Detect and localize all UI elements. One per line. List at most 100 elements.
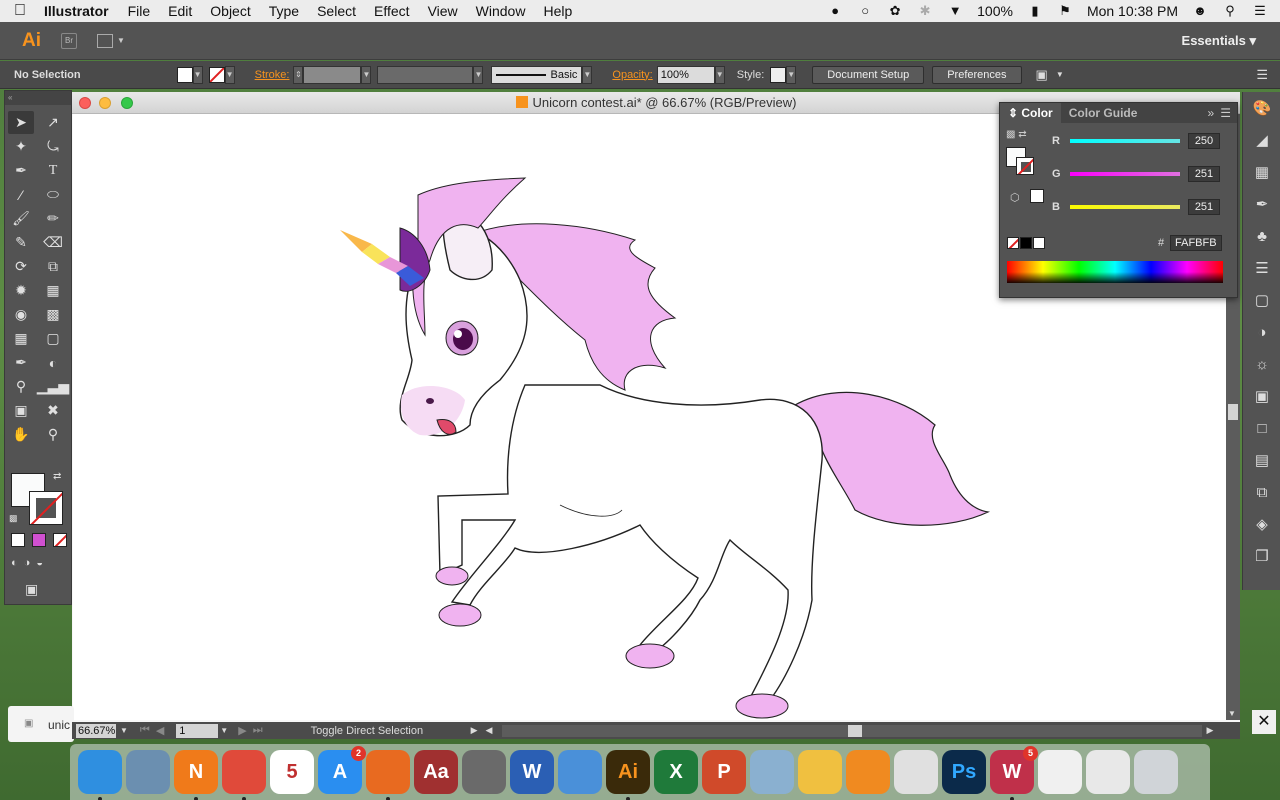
horizontal-scrollbar[interactable]: [502, 724, 1203, 737]
battery-percent[interactable]: 100%: [977, 3, 1013, 19]
fill-dropdown[interactable]: ▼: [192, 65, 203, 84]
pencil-tool-icon[interactable]: ✏: [40, 207, 66, 230]
fill-swatch[interactable]: [176, 66, 193, 83]
gradient-tool-icon[interactable]: ▢: [40, 327, 66, 350]
artboards-icon[interactable]: ❐: [1243, 540, 1280, 572]
dock-firefox-icon[interactable]: [366, 750, 410, 800]
dock-system-preferences-icon[interactable]: [462, 750, 506, 794]
pathfinder-icon[interactable]: ⧉: [1243, 476, 1280, 508]
red-value-field[interactable]: 250: [1188, 133, 1220, 149]
stroke-weight-field[interactable]: [303, 65, 362, 84]
dock-document-icon[interactable]: [1038, 750, 1082, 794]
notification-list-icon[interactable]: ☰: [1252, 4, 1268, 18]
dock-photoshop-icon[interactable]: Ps: [942, 750, 986, 794]
none-mode-icon[interactable]: [53, 533, 67, 547]
artboard-tool-icon[interactable]: ▣: [8, 399, 34, 422]
brush-dropdown[interactable]: ▼: [582, 65, 593, 84]
draw-inside-icon[interactable]: ◒: [36, 557, 43, 569]
blue-slider[interactable]: [1070, 205, 1180, 209]
brushes-icon[interactable]: ✒: [1243, 188, 1280, 220]
status-menu-icon[interactable]: ▶: [471, 725, 478, 736]
stroke-label[interactable]: Stroke:: [255, 69, 290, 81]
dock-nimble-icon[interactable]: N: [174, 750, 218, 800]
transparency-icon[interactable]: ◑: [1243, 316, 1280, 348]
dock-app-store-icon[interactable]: A2: [318, 746, 366, 794]
variable-width-profile[interactable]: [377, 65, 474, 84]
dock-photos-icon[interactable]: [798, 750, 842, 794]
chat-icon[interactable]: ●: [827, 4, 843, 18]
none-swatch[interactable]: [1007, 237, 1019, 249]
shaper-tool-icon[interactable]: ✎: [8, 231, 34, 254]
horizontal-scroll-thumb[interactable]: [848, 724, 863, 737]
perspective-grid-tool-icon[interactable]: ▩: [40, 303, 66, 326]
clock[interactable]: Mon 10:38 PM: [1087, 3, 1178, 19]
close-icon[interactable]: ✕: [1252, 710, 1276, 734]
green-slider[interactable]: [1070, 172, 1180, 176]
opacity-dropdown[interactable]: ▼: [714, 65, 725, 84]
selection-tool-icon[interactable]: ➤: [8, 111, 34, 134]
next-artboard-icon[interactable]: ▶: [238, 724, 246, 737]
brush-definition[interactable]: Basic: [491, 65, 583, 84]
wifi-icon[interactable]: ▼: [947, 4, 963, 18]
arrange-icon[interactable]: ▣: [1036, 67, 1048, 83]
preferences-button[interactable]: Preferences: [932, 65, 1022, 84]
battery-icon[interactable]: ▮: [1027, 4, 1043, 18]
shape-builder-tool-icon[interactable]: ◉: [8, 303, 34, 326]
appearance-icon[interactable]: ☼: [1243, 348, 1280, 380]
green-value-field[interactable]: 251: [1188, 166, 1220, 182]
draw-behind-icon[interactable]: ◑: [24, 557, 31, 569]
paintbrush-tool-icon[interactable]: 🖌: [8, 207, 34, 230]
graphic-styles-icon[interactable]: ▣: [1243, 380, 1280, 412]
menu-type[interactable]: Type: [260, 3, 308, 19]
gradient-panel-icon[interactable]: ▢: [1243, 284, 1280, 316]
creative-cloud-icon[interactable]: ○: [857, 4, 873, 18]
direct-selection-tool-icon[interactable]: ↗: [40, 111, 66, 134]
workspace-switcher[interactable]: Essentials ▾: [1182, 33, 1256, 49]
column-graph-tool-icon[interactable]: ▁▃▅: [37, 375, 69, 398]
flag-icon[interactable]: ⚑: [1057, 4, 1073, 18]
dock-word-icon[interactable]: W: [510, 750, 554, 794]
free-transform-tool-icon[interactable]: ▦: [40, 279, 66, 302]
layers-icon[interactable]: ◈: [1243, 508, 1280, 540]
bridge-button[interactable]: Br: [61, 32, 77, 49]
ellipse-tool-icon[interactable]: ⬭: [40, 183, 66, 206]
stroke-weight-stepper[interactable]: ⇕: [293, 65, 304, 84]
blend-tool-icon[interactable]: ◐: [40, 351, 66, 374]
app-name-menu[interactable]: Illustrator: [40, 3, 119, 19]
out-of-gamut-icon[interactable]: ⬡: [1010, 191, 1020, 204]
control-bar-menu-icon[interactable]: ☰: [1256, 67, 1268, 83]
menu-edit[interactable]: Edit: [159, 3, 201, 19]
zoom-window-button[interactable]: [121, 97, 133, 109]
dock-document-2-icon[interactable]: [1086, 750, 1130, 794]
screen-mode-icon[interactable]: ▣: [25, 581, 38, 598]
stroke-weight-dropdown[interactable]: ▼: [361, 65, 372, 84]
document-setup-button[interactable]: Document Setup: [812, 65, 925, 84]
dock-trash-icon[interactable]: [1134, 750, 1178, 794]
symbols-icon[interactable]: ♣: [1243, 220, 1280, 252]
dock-mail-bird-icon[interactable]: [558, 750, 602, 794]
dock-ibooks-icon[interactable]: [846, 750, 890, 794]
warp-tool-icon[interactable]: ✹: [8, 279, 34, 302]
close-window-button[interactable]: [79, 97, 91, 109]
hex-value-field[interactable]: FAFBFB: [1170, 235, 1222, 251]
panel-stroke-swatch[interactable]: [1016, 157, 1034, 175]
zoom-level-field[interactable]: 66.67%: [76, 723, 116, 738]
first-artboard-icon[interactable]: ⏮: [140, 724, 150, 737]
web-safe-swatch[interactable]: [1030, 189, 1044, 203]
line-tool-icon[interactable]: ⁄: [8, 183, 34, 206]
dock-finder-icon[interactable]: [78, 750, 122, 800]
status-text[interactable]: Toggle Direct Selection: [311, 725, 471, 737]
blue-value-field[interactable]: 251: [1188, 199, 1220, 215]
menu-effect[interactable]: Effect: [365, 3, 419, 19]
graphic-style-swatch[interactable]: [770, 66, 787, 83]
mesh-tool-icon[interactable]: ▦: [8, 327, 34, 350]
arrange-dropdown-icon[interactable]: ▼: [1056, 70, 1064, 79]
previous-artboard-icon[interactable]: ◀: [156, 724, 164, 737]
user-icon[interactable]: ☻: [1192, 4, 1208, 18]
dock-preview-icon[interactable]: [126, 750, 170, 794]
black-swatch[interactable]: [1020, 237, 1032, 249]
color-spectrum[interactable]: [1007, 261, 1223, 283]
profile-dropdown[interactable]: ▼: [473, 65, 484, 84]
artboard-number-field[interactable]: 1: [176, 723, 219, 738]
opacity-label[interactable]: Opacity:: [612, 69, 652, 81]
